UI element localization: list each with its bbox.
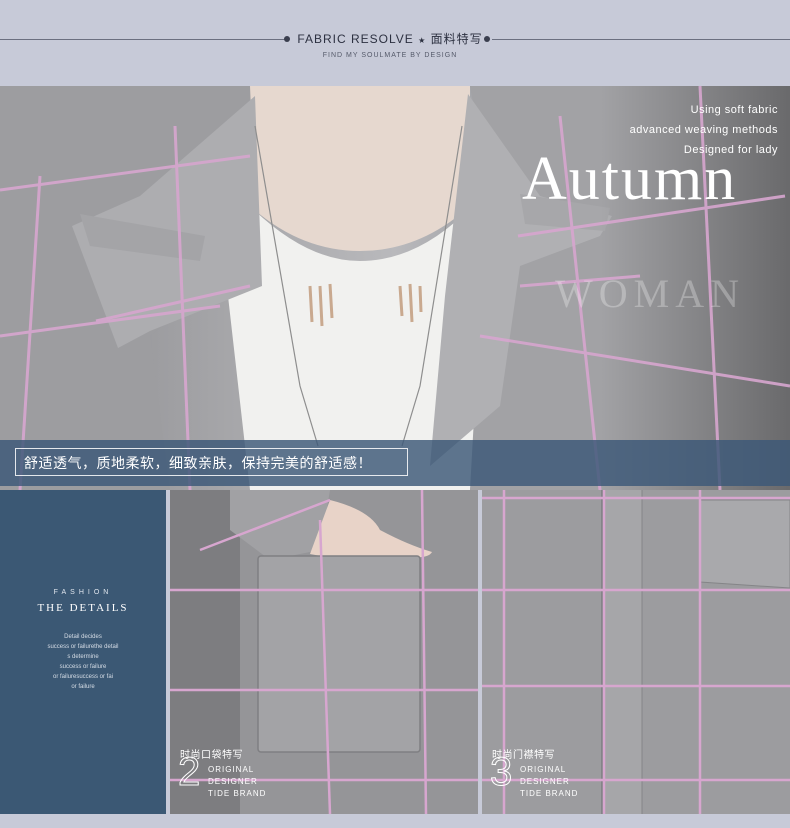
details-title: THE DETAILS <box>37 602 129 614</box>
header-dot-right <box>484 36 490 42</box>
pocket-detail-photo: 时尚口袋特写 2 ORIGINAL DESIGNER TIDE BRAND <box>170 490 478 814</box>
details-kicker: FASHION <box>53 589 113 596</box>
hero-fabric-photo: Using soft fabric advanced weaving metho… <box>0 86 790 490</box>
section-subtitle: FIND MY SOULMATE BY DESIGN <box>322 52 458 59</box>
details-body: Detail decides success or failurethe det… <box>47 634 119 690</box>
header-divider-right <box>492 39 790 40</box>
star-icon: ★ <box>418 36 427 45</box>
panel3-brand-lines: ORIGINAL DESIGNER TIDE BRAND <box>520 765 579 798</box>
panel2-number: 2 <box>177 750 201 794</box>
feature-banner-text: 舒适透气，质地柔软，细致亲肤，保持完美的舒适感！ <box>24 455 372 471</box>
hero-line-1: Using soft fabric <box>690 104 778 116</box>
hero-shadow-word: WOMAN <box>555 271 745 316</box>
hero-big-word: Autumn <box>522 145 738 213</box>
feature-banner: 舒适透气，质地柔软，细致亲肤，保持完美的舒适感！ <box>0 440 790 486</box>
footer-strip <box>0 814 790 828</box>
placket-detail-photo: 时尚门襟特写 3 ORIGINAL DESIGNER TIDE BRAND <box>482 490 790 814</box>
product-detail-page: FABRIC RESOLVE ★ 面料特写 FIND MY SOULMATE B… <box>0 0 790 828</box>
hero-line-2: advanced weaving methods <box>629 124 778 136</box>
panel2-brand-lines: ORIGINAL DESIGNER TIDE BRAND <box>208 765 267 798</box>
panel3-number: 3 <box>489 750 513 794</box>
details-panel: FASHION THE DETAILS Detail decides succe… <box>0 490 166 814</box>
header-divider-left <box>0 39 285 40</box>
section-header: FABRIC RESOLVE ★ 面料特写 FIND MY SOULMATE B… <box>0 0 790 84</box>
section-title: FABRIC RESOLVE ★ 面料特写 <box>297 32 483 46</box>
